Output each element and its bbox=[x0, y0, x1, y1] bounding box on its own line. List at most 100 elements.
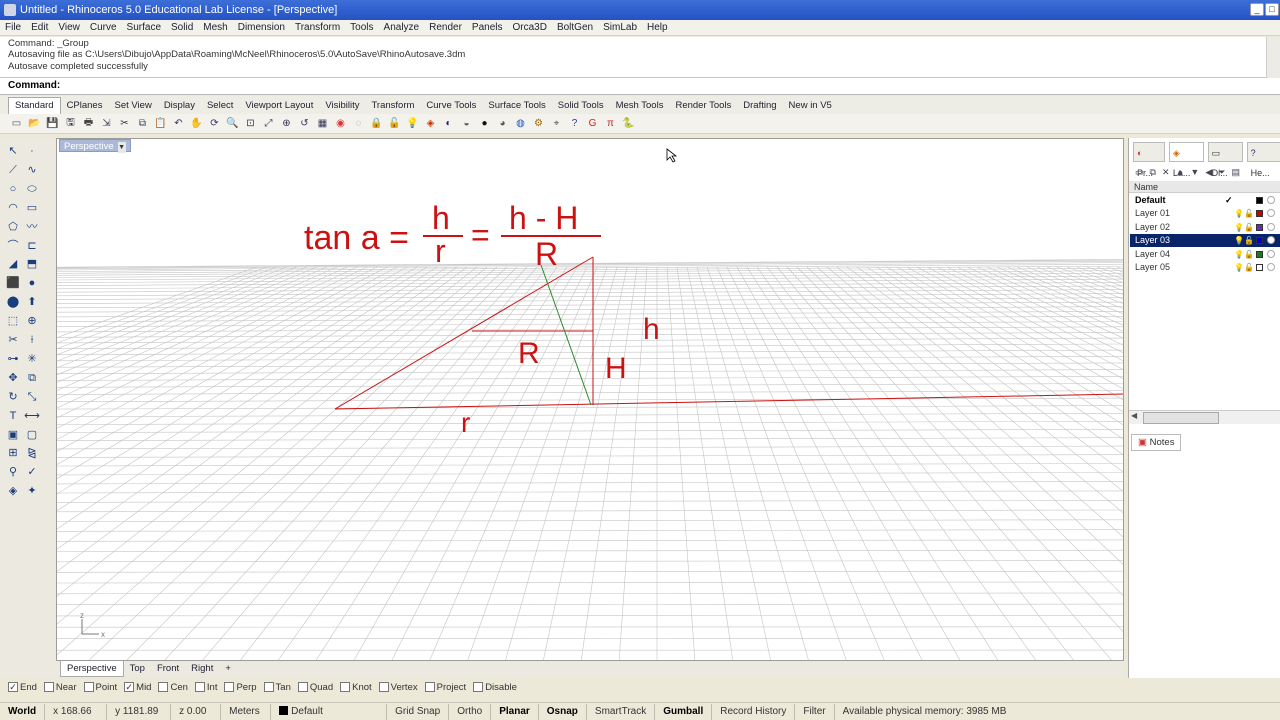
layer-row[interactable]: Layer 04 💡 🔓 bbox=[1130, 248, 1280, 261]
lock-icon[interactable]: 🔓 bbox=[1244, 221, 1254, 234]
show-icon[interactable]: ◉ bbox=[333, 116, 348, 131]
zoom-dynamic-icon[interactable]: 🔍 bbox=[225, 116, 240, 131]
osnap-cen[interactable]: Cen bbox=[158, 682, 188, 693]
osnap-end[interactable]: ✓ End bbox=[8, 682, 37, 693]
offset-icon[interactable]: ⊏ bbox=[24, 239, 40, 253]
osnap-checkbox[interactable] bbox=[43, 682, 54, 692]
layer-color-swatch[interactable] bbox=[1256, 223, 1263, 231]
osnap-mid[interactable]: ✓ Mid bbox=[124, 682, 151, 693]
osnap-checkbox[interactable] bbox=[378, 682, 389, 692]
menu-item-mesh[interactable]: Mesh bbox=[198, 20, 232, 35]
freeform-icon[interactable]: 〰 bbox=[24, 220, 40, 234]
circle-icon[interactable]: ○ bbox=[5, 182, 21, 196]
toolbar-tab-set-view[interactable]: Set View bbox=[108, 97, 157, 115]
zoom-selected-icon[interactable]: ⊕ bbox=[279, 116, 294, 131]
lightbulb-icon[interactable]: 💡 bbox=[405, 116, 420, 131]
osnap-point[interactable]: Point bbox=[83, 682, 117, 693]
dimension-icon[interactable]: ⟷ bbox=[24, 409, 40, 423]
mirror-icon[interactable]: ⧎ bbox=[24, 446, 40, 460]
viewport-tab-front[interactable]: Front bbox=[151, 661, 185, 676]
undo-view-icon[interactable]: ↺ bbox=[297, 116, 312, 131]
delete-layer-icon[interactable]: ✕ bbox=[1162, 167, 1170, 178]
zoom-window-icon[interactable]: ⊡ bbox=[243, 116, 258, 131]
viewport-title-label[interactable]: Perspective ▼ bbox=[59, 139, 131, 153]
paste-icon[interactable]: 📋 bbox=[153, 116, 168, 131]
material-icon[interactable] bbox=[1267, 263, 1275, 271]
filter-icon[interactable]: ⏷ bbox=[1218, 167, 1225, 178]
material-icon[interactable] bbox=[1267, 236, 1275, 245]
lock-icon[interactable]: 🔓 bbox=[1244, 234, 1254, 247]
osnap-checkbox[interactable]: ✓ bbox=[124, 682, 135, 692]
check-icon[interactable]: ✓ bbox=[24, 465, 40, 479]
material-icon[interactable] bbox=[1267, 209, 1275, 218]
osnap-checkbox[interactable] bbox=[158, 682, 169, 692]
osnap-checkbox[interactable] bbox=[297, 682, 308, 692]
toolbar-tab-standard[interactable]: Standard bbox=[8, 97, 61, 114]
toolbar-tab-render-tools[interactable]: Render Tools bbox=[669, 97, 737, 115]
toolbar-tab-transform[interactable]: Transform bbox=[365, 97, 420, 115]
extrude-surface-icon[interactable]: ⬒ bbox=[24, 257, 40, 271]
menu-item-simlab[interactable]: SimLab bbox=[598, 20, 642, 35]
snap-icon[interactable]: ⌖ bbox=[549, 116, 564, 131]
arc-icon[interactable]: ◠ bbox=[5, 201, 21, 215]
osnap-perp[interactable]: Perp bbox=[224, 682, 257, 693]
layer-row[interactable]: Layer 03 💡 🔓 bbox=[1130, 234, 1280, 248]
osnap-checkbox[interactable] bbox=[224, 682, 235, 692]
ortho-toggle[interactable]: Ortho bbox=[449, 703, 492, 720]
grid-snap-toggle[interactable]: Grid Snap bbox=[387, 703, 450, 720]
layer-color-swatch[interactable] bbox=[1256, 250, 1263, 258]
lightbulb-icon[interactable]: 💡 bbox=[1234, 207, 1244, 220]
lock-icon[interactable]: 🔓 bbox=[1244, 261, 1254, 274]
layer-options-icon[interactable]: ▤ bbox=[1231, 167, 1240, 178]
lightbulb-icon[interactable]: 💡 bbox=[1234, 261, 1244, 274]
toolbar-tab-viewport-layout[interactable]: Viewport Layout bbox=[239, 97, 319, 115]
join-icon[interactable]: ⊶ bbox=[5, 352, 21, 366]
osnap-disable[interactable]: Disable bbox=[473, 682, 517, 693]
render-icon[interactable]: ◈ bbox=[5, 484, 21, 498]
menu-item-render[interactable]: Render bbox=[424, 20, 467, 35]
grid-icon[interactable]: ▦ bbox=[315, 116, 330, 131]
lock-icon[interactable]: 🔓 bbox=[1244, 248, 1254, 261]
copy-icon[interactable]: ⧉ bbox=[135, 116, 150, 131]
toolbar-tab-solid-tools[interactable]: Solid Tools bbox=[552, 97, 610, 115]
surface-icon[interactable]: ◢ bbox=[5, 257, 21, 271]
osnap-checkbox[interactable] bbox=[424, 682, 435, 692]
menu-item-surface[interactable]: Surface bbox=[122, 20, 166, 35]
new-layer-icon[interactable]: ▭ bbox=[1135, 167, 1144, 178]
menu-item-boltgen[interactable]: BoltGen bbox=[552, 20, 598, 35]
scroll-left-icon[interactable]: ◀ bbox=[1131, 411, 1137, 420]
osnap-checkbox[interactable] bbox=[263, 682, 274, 692]
select-points-icon[interactable]: ↖ bbox=[5, 144, 21, 158]
menu-item-file[interactable]: File bbox=[0, 20, 26, 35]
pan-icon[interactable]: ✋ bbox=[189, 116, 204, 131]
menu-item-panels[interactable]: Panels bbox=[467, 20, 508, 35]
sphere-icon[interactable]: ● bbox=[477, 116, 492, 131]
perspective-viewport[interactable]: tan a = h r = h - H R h R H r x z Perspe… bbox=[56, 138, 1124, 661]
menu-item-transform[interactable]: Transform bbox=[290, 20, 345, 35]
analyze-icon[interactable]: ⚲ bbox=[5, 465, 21, 479]
new-sublayer-icon[interactable]: ⧉ bbox=[1150, 167, 1156, 178]
display-tab[interactable]: ▭ Di... bbox=[1207, 142, 1243, 178]
lock-icon[interactable]: 🔒 bbox=[369, 116, 384, 131]
undo-icon[interactable]: ↶ bbox=[171, 116, 186, 131]
move-icon[interactable]: ✥ bbox=[5, 371, 21, 385]
rotate-icon[interactable]: ↻ bbox=[5, 390, 21, 404]
maximize-button[interactable]: □ bbox=[1265, 3, 1279, 16]
osnap-checkbox[interactable] bbox=[340, 682, 351, 692]
menu-item-orca3d[interactable]: Orca3D bbox=[508, 20, 552, 35]
curve-icon[interactable]: ∿ bbox=[24, 163, 40, 177]
extrude-icon[interactable]: ⬆ bbox=[24, 295, 40, 309]
osnap-near[interactable]: Near bbox=[43, 682, 77, 693]
units-display[interactable]: Meters bbox=[221, 703, 272, 720]
viewport-tab-right[interactable]: Right bbox=[185, 661, 219, 676]
layer-color-swatch[interactable] bbox=[1256, 264, 1263, 271]
text-icon[interactable]: T bbox=[5, 409, 21, 423]
toolbar-tab-drafting[interactable]: Drafting bbox=[737, 97, 782, 115]
unlock-icon[interactable]: 🔓 bbox=[387, 116, 402, 131]
pi-icon[interactable]: π bbox=[603, 116, 618, 131]
grasshopper-icon[interactable]: G bbox=[585, 116, 600, 131]
cylinder-icon[interactable]: ⬤ bbox=[5, 295, 21, 309]
osnap-project[interactable]: Project bbox=[424, 682, 466, 693]
osnap-tan[interactable]: Tan bbox=[263, 682, 291, 693]
light-icon[interactable]: ✦ bbox=[24, 484, 40, 498]
